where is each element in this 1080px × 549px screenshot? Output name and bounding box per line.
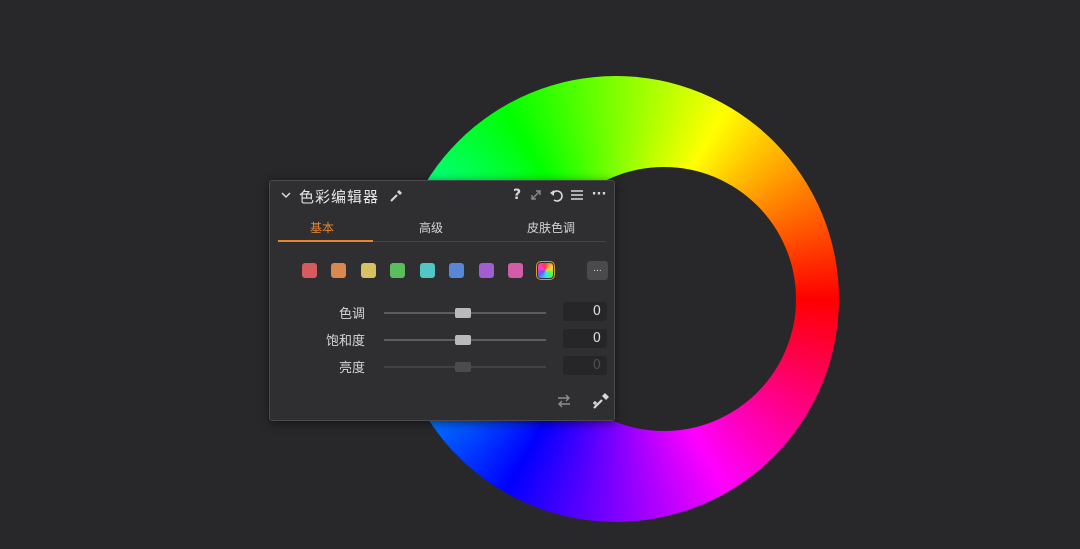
saturation-slider-thumb[interactable] [455,335,471,345]
swap-icon[interactable] [555,392,573,410]
tab-skin-tone[interactable]: 皮肤色调 [527,219,575,236]
active-tab-indicator [278,240,373,242]
hue-label: 色调 [338,307,365,322]
panel-header: 色彩编辑器 ? ··· [270,181,614,213]
saturation-label: 饱和度 [325,334,365,349]
swatch-green[interactable] [390,263,405,278]
color-editor-panel: 色彩编辑器 ? ··· 基本 高级 皮肤色调 ... 色调 0 饱和度 0 亮度… [269,180,615,421]
color-wheel-icon[interactable] [536,261,555,280]
swatch-magenta[interactable] [508,263,523,278]
swatch-yellow[interactable] [361,263,376,278]
swatch-orange[interactable] [331,263,346,278]
eyedropper-plus-icon[interactable] [590,390,612,412]
swatch-blue[interactable] [449,263,464,278]
brightness-slider-thumb [455,362,471,372]
swatch-purple[interactable] [479,263,494,278]
eyedropper-icon[interactable] [388,188,404,204]
brightness-value-field: 0 [563,356,607,375]
more-swatches-button[interactable]: ... [587,261,608,280]
reset-icon[interactable] [548,187,564,203]
saturation-value-field[interactable]: 0 [563,329,607,348]
more-options-icon[interactable]: ··· [588,187,610,203]
brightness-label: 亮度 [338,361,365,376]
hue-value-field[interactable]: 0 [563,302,607,321]
swatch-cyan[interactable] [420,263,435,278]
help-icon[interactable]: ? [509,187,525,203]
expand-icon[interactable] [528,187,544,203]
hue-slider-thumb[interactable] [455,308,471,318]
tab-basic[interactable]: 基本 [310,219,334,236]
tab-advanced[interactable]: 高级 [419,219,443,236]
chevron-down-icon[interactable] [279,188,293,202]
panel-title: 色彩编辑器 [299,188,380,206]
menu-icon[interactable] [569,187,585,203]
swatch-red[interactable] [302,263,317,278]
tab-bar: 基本 高级 皮肤色调 [278,217,606,242]
